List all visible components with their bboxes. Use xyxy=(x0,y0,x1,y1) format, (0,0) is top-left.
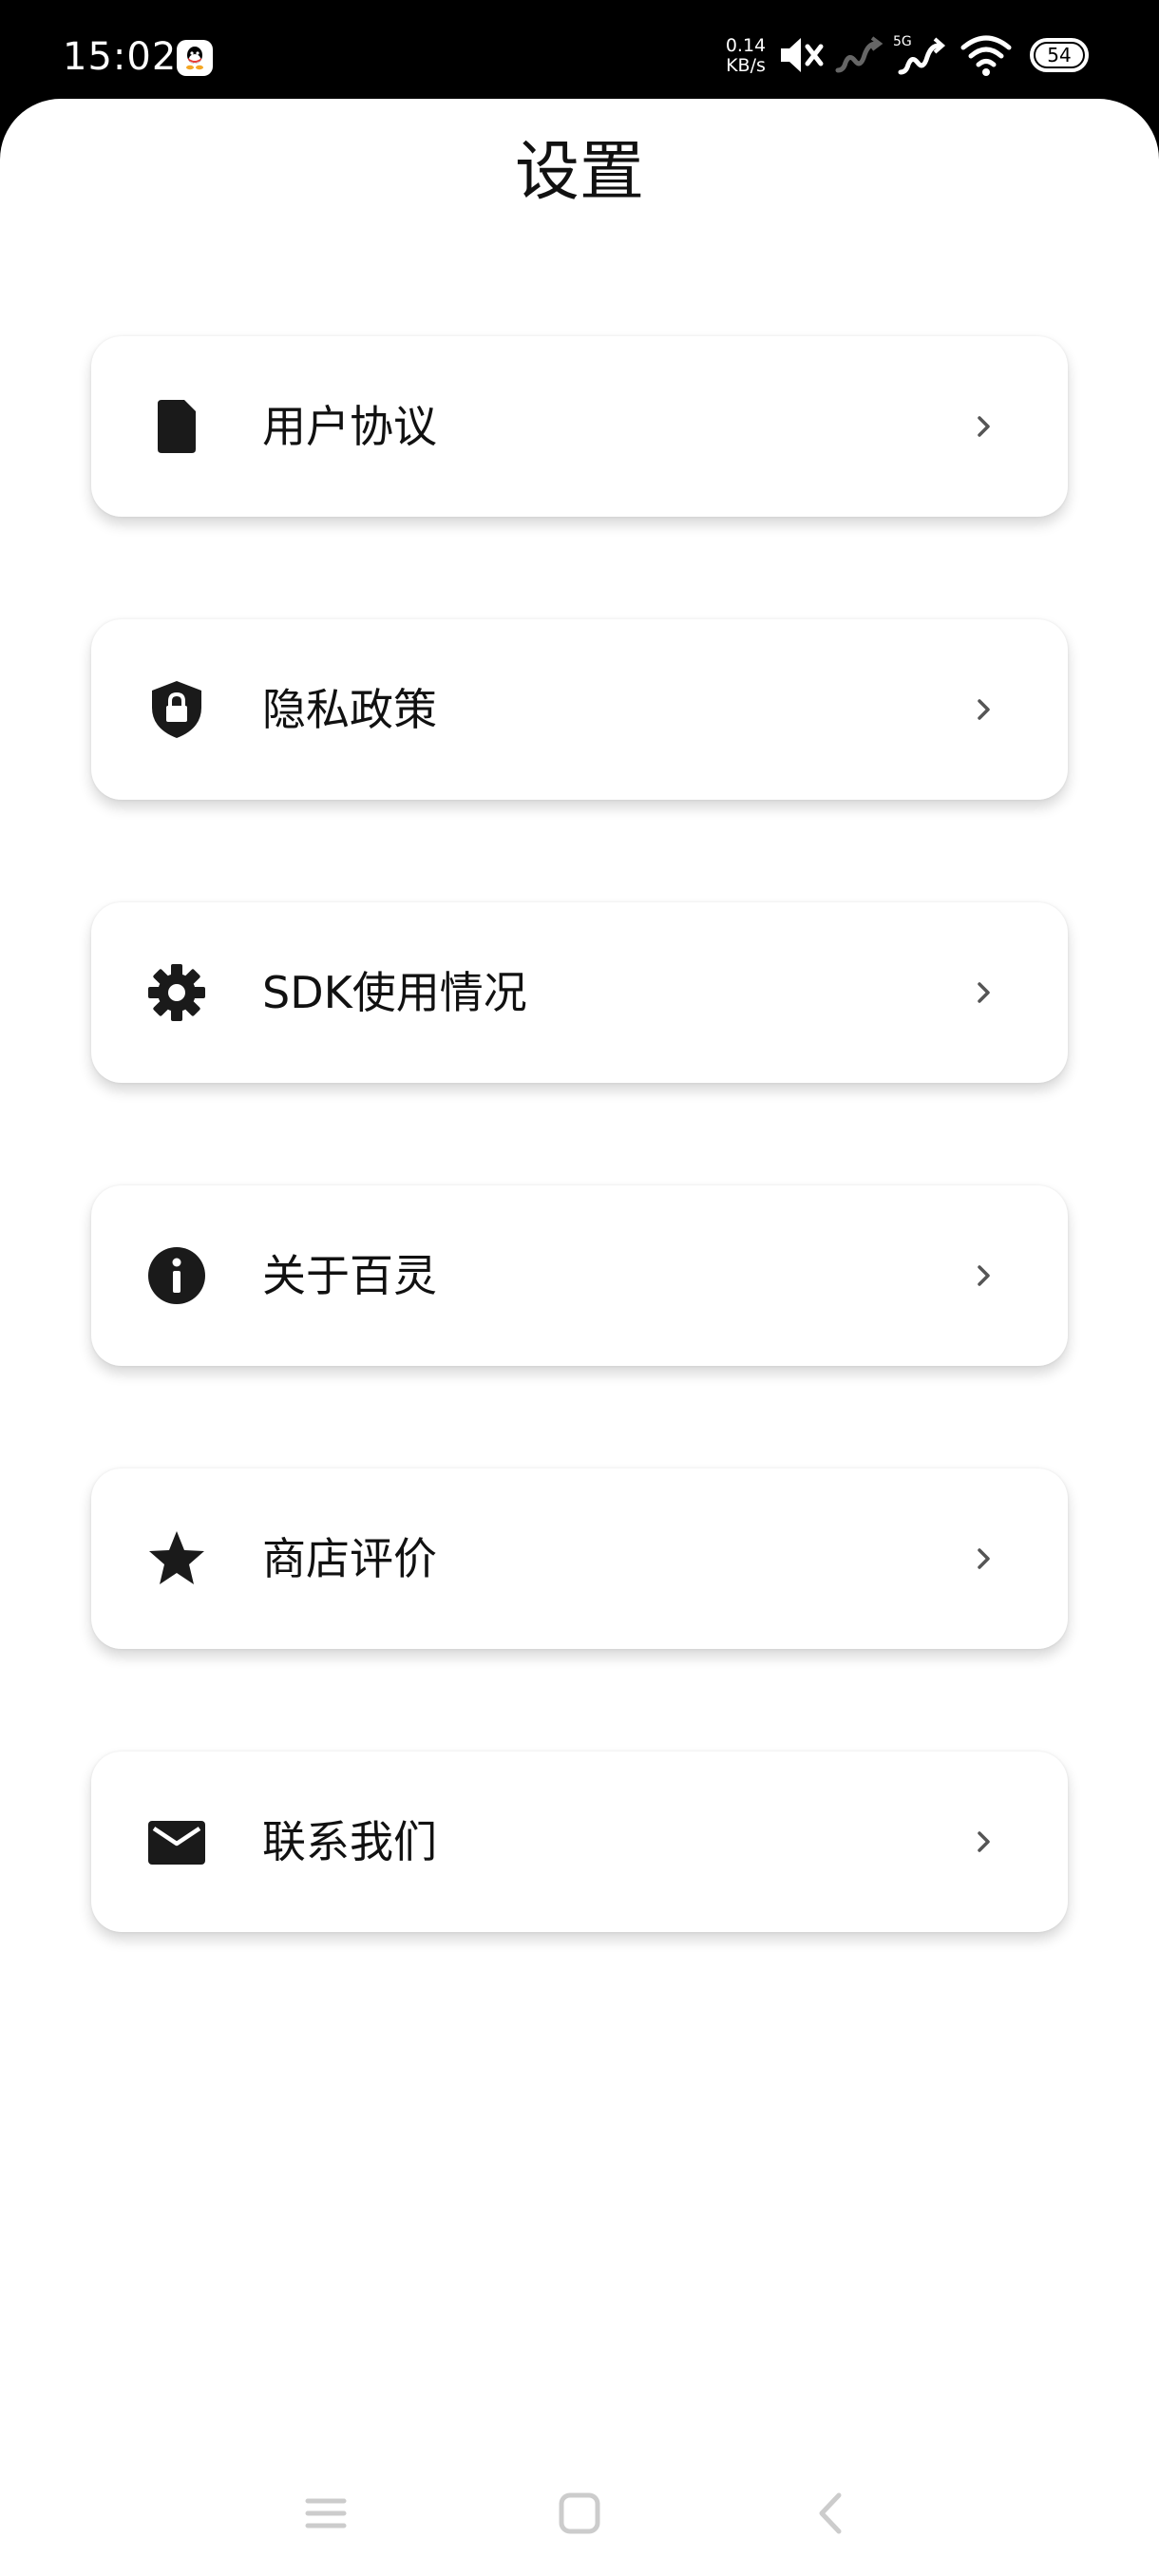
page-title: 设置 xyxy=(514,135,644,210)
gear-icon xyxy=(146,962,207,1023)
menu-item-label: 隐私政策 xyxy=(262,684,437,735)
menu-item-label: SDK使用情况 xyxy=(262,967,527,1018)
wifi-icon xyxy=(960,32,1013,82)
info-icon xyxy=(146,1245,207,1306)
qq-icon xyxy=(177,40,213,76)
battery-level-text: 54 xyxy=(1047,44,1072,66)
menu-item-privacy-policy[interactable]: 隐私政策 xyxy=(91,619,1068,800)
net-speed-unit: KB/s xyxy=(726,55,766,76)
net-speed: 0.14 KB/s xyxy=(722,36,770,76)
menu-item-label: 关于百灵 xyxy=(262,1250,437,1301)
menu-item-about[interactable]: 关于百灵 xyxy=(91,1185,1068,1366)
chevron-right-icon xyxy=(975,411,994,442)
signal-inactive-icon xyxy=(834,32,884,82)
net-speed-value: 0.14 xyxy=(725,35,767,56)
system-nav-bar xyxy=(0,2451,1159,2576)
menu-item-label: 用户协议 xyxy=(262,401,437,452)
menu-nav-icon[interactable] xyxy=(288,2475,364,2551)
chevron-right-icon xyxy=(975,694,994,725)
chevron-right-icon xyxy=(975,1260,994,1291)
star-icon xyxy=(146,1528,207,1589)
status-time: 15:02 xyxy=(63,35,178,79)
menu-item-sdk-usage[interactable]: SDK使用情况 xyxy=(91,902,1068,1083)
chevron-right-icon xyxy=(975,1544,994,1574)
menu-item-label: 商店评价 xyxy=(262,1533,437,1584)
menu-item-label: 联系我们 xyxy=(262,1816,437,1867)
document-icon xyxy=(146,396,207,457)
status-bar: 15:02 0.14 KB/s 5G 54 xyxy=(0,0,1159,114)
battery-level: 54 xyxy=(1036,44,1083,66)
shield-lock-icon xyxy=(146,679,207,740)
chevron-right-icon xyxy=(975,977,994,1008)
home-nav-icon[interactable] xyxy=(542,2475,618,2551)
menu-item-store-review[interactable]: 商店评价 xyxy=(91,1468,1068,1649)
menu-item-contact-us[interactable]: 联系我们 xyxy=(91,1752,1068,1932)
mail-icon xyxy=(146,1811,207,1872)
network-type-text: 5G xyxy=(893,34,912,49)
menu-item-user-agreement[interactable]: 用户协议 xyxy=(91,336,1068,517)
mute-icon xyxy=(777,32,826,82)
back-nav-icon[interactable] xyxy=(794,2475,870,2551)
signal-5g-icon: 5G xyxy=(891,27,950,84)
chevron-right-icon xyxy=(975,1827,994,1857)
